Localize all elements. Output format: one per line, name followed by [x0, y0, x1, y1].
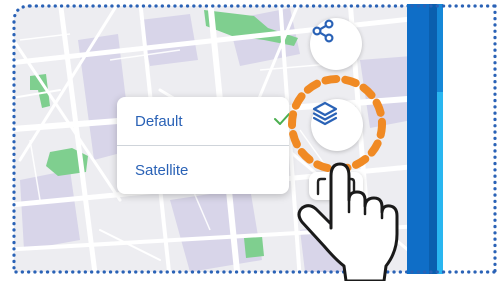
tap-hand-icon [297, 162, 399, 281]
tutorial-illustration: Default Satellite [0, 0, 502, 281]
